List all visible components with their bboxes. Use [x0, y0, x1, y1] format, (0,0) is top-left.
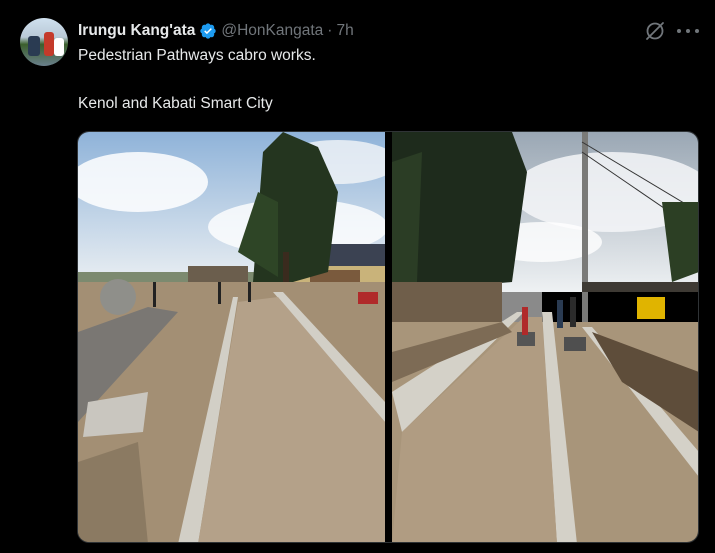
tweet-text-line-2: Kenol and Kabati Smart City [78, 95, 273, 112]
more-options-icon[interactable] [677, 21, 699, 41]
display-name[interactable]: Irungu Kang'ata [78, 22, 195, 40]
user-handle[interactable]: @HonKangata [221, 22, 323, 40]
photo-right[interactable] [391, 132, 698, 542]
timestamp[interactable]: 7h [336, 22, 353, 40]
tweet-text-line-1: Pedestrian Pathways cabro works. [78, 47, 316, 64]
verified-badge-icon[interactable] [199, 22, 217, 40]
separator-dot: · [327, 22, 333, 39]
media-grid [77, 131, 699, 543]
avatar[interactable] [20, 18, 68, 66]
tweet-header: Irungu Kang'ata @HonKangata · 7h [78, 20, 354, 42]
grok-icon[interactable] [645, 21, 665, 41]
photo-left[interactable] [78, 132, 385, 542]
